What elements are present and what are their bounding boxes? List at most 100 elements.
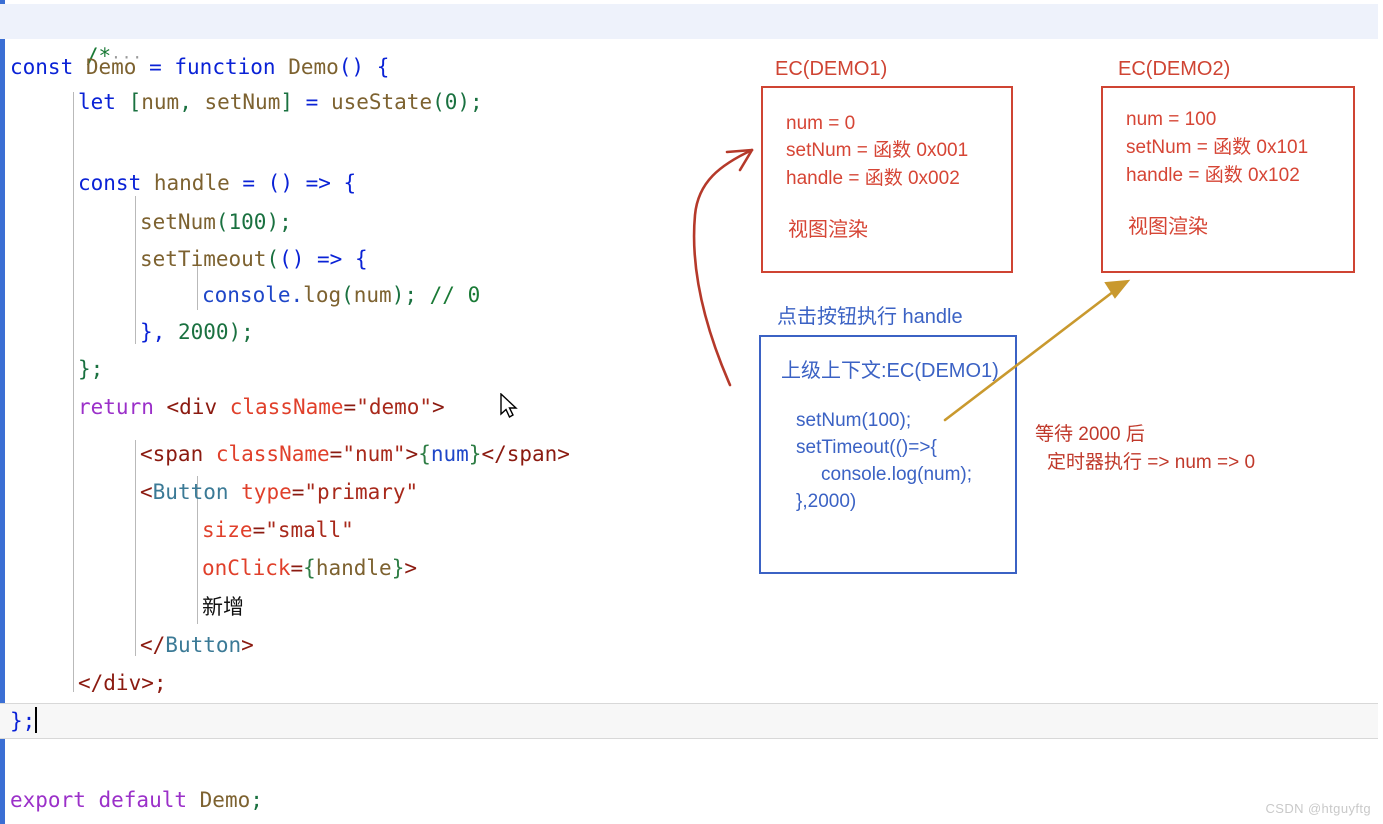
token-demo-string: "demo": [356, 395, 433, 419]
token-2000: 2000: [177, 320, 229, 344]
token-brace-open-jsx: {: [418, 442, 431, 466]
handle-context-line-0: setNum(100);: [796, 410, 912, 431]
ec-demo2-render-label: 视图渲染: [1128, 216, 1208, 238]
ec-demo2-title: EC(DEMO2): [1118, 58, 1231, 80]
timer-note-line-2: 定时器执行 => num => 0: [1047, 452, 1256, 473]
ec-demo1-line-0: num = 0: [786, 113, 856, 134]
token-num-string: "num": [342, 442, 406, 466]
token-num-arg: num: [353, 283, 392, 307]
token-paren-close-4: );: [391, 283, 417, 307]
token-handle-expr: handle: [315, 556, 392, 580]
code-line-10[interactable]: };: [5, 352, 705, 387]
token-brace-close-jsx-2: }: [391, 556, 405, 580]
ec-demo1-box: num = 0 setNum = 函数 0x001 handle = 函数 0x…: [761, 86, 1013, 273]
token-eq-jsx-2: =: [329, 442, 343, 466]
token-onclick-attr: onClick: [202, 556, 291, 580]
code-line-16[interactable]: 新增: [5, 590, 705, 625]
code-line-7[interactable]: setTimeout(() => {: [5, 242, 705, 277]
token-semicolon: ;: [250, 788, 263, 812]
code-line-17[interactable]: </Button>: [5, 628, 705, 663]
ec-demo1-line-2: handle = 函数 0x002: [786, 168, 960, 189]
token-lt-button: <: [140, 480, 153, 504]
code-line-6[interactable]: setNum(100);: [5, 205, 705, 240]
token-eq-jsx-4: =: [252, 518, 266, 542]
token-export-default: export default: [10, 788, 200, 812]
code-line-2[interactable]: const Demo = function Demo() {: [5, 50, 705, 85]
code-line-13[interactable]: <Button type="primary": [5, 475, 705, 510]
code-line-5[interactable]: const handle = () => {: [5, 166, 705, 201]
token-paren-open-2: (: [215, 210, 229, 234]
ec-demo1-render-label: 视图渲染: [788, 219, 868, 241]
token-function: function: [174, 55, 276, 79]
text-caret: [35, 707, 38, 733]
handle-context-line-1: setTimeout(()=>{: [796, 437, 937, 458]
token-paren-open: (: [432, 90, 445, 114]
handle-context-box: 上级上下文:EC(DEMO1) setNum(100); setTimeout(…: [759, 335, 1017, 574]
token-bracket-close: ]: [280, 90, 293, 114]
code-line-9[interactable]: }, 2000);: [5, 315, 705, 350]
code-line-12[interactable]: <span className="num">{num}</span>: [5, 437, 705, 472]
token-dot: .: [290, 283, 304, 307]
code-line-14[interactable]: size="small": [5, 513, 705, 548]
token-inline-comment: // 0: [429, 283, 481, 307]
token-demo-export: Demo: [199, 788, 251, 812]
code-editor[interactable]: /*··· const Demo = function Demo() { let…: [0, 0, 1378, 824]
token-return: return: [78, 395, 154, 419]
token-gt-2: >: [405, 442, 419, 466]
token-comma: ,: [179, 90, 205, 114]
code-line-11[interactable]: return <div className="demo">: [5, 390, 705, 425]
token-button-component-2: Button: [165, 633, 242, 657]
token-classname: className: [229, 395, 344, 419]
token-100: 100: [228, 210, 267, 234]
ec-demo1-title: EC(DEMO1): [775, 58, 888, 80]
token-gt-4: >: [241, 633, 254, 657]
token-setnum-call: setNum: [140, 210, 216, 234]
token-equals-3: =: [229, 171, 268, 195]
token-size-attr: size: [202, 518, 253, 542]
token-handle: handle: [153, 171, 230, 195]
ec-demo2-box: num = 100 setNum = 函数 0x101 handle = 函数 …: [1101, 86, 1355, 273]
handle-context-line-3: },2000): [796, 491, 857, 512]
ec-demo1-line-1: setNum = 函数 0x001: [786, 140, 969, 161]
handle-context-header: 上级上下文:EC(DEMO1): [781, 360, 999, 382]
code-line-3[interactable]: let [num, setNum] = useState(0);: [5, 85, 705, 120]
ec-demo2-line-0: num = 100: [1126, 109, 1217, 130]
timer-note-line-1: 等待 2000 后: [1035, 424, 1145, 445]
token-open-brace: () {: [338, 55, 390, 79]
code-line-15[interactable]: onClick={handle}>: [5, 551, 705, 586]
token-let: let: [78, 90, 116, 114]
code-line-8[interactable]: console.log(num); // 0: [5, 278, 705, 313]
token-button-component: Button: [152, 480, 229, 504]
token-primary-string: "primary": [304, 480, 419, 504]
ec-demo2-line-2: handle = 函数 0x102: [1126, 165, 1300, 186]
code-line-folded-comment[interactable]: /*···: [0, 4, 1378, 68]
gold-arrow-head: [1104, 279, 1131, 299]
token-classname-2: className: [215, 442, 330, 466]
csdn-watermark: CSDN @htguyftg: [1265, 801, 1371, 816]
token-div-open: <div: [166, 395, 230, 419]
token-const: const: [10, 55, 74, 79]
token-close-handle: };: [78, 357, 104, 381]
token-brace-open-jsx-2: {: [303, 556, 316, 580]
token-eq-jsx-3: =: [291, 480, 305, 504]
token-arrow-fn: () => {: [267, 171, 357, 195]
token-gt: >: [432, 395, 445, 419]
token-setnum-var: setNum: [204, 90, 281, 114]
token-console: console: [202, 283, 291, 307]
token-equals-2: =: [293, 90, 331, 114]
code-line-18[interactable]: </div>;: [5, 666, 705, 701]
token-span-close: </span>: [481, 442, 570, 466]
token-paren-close: );: [457, 90, 483, 114]
token-type-attr: type: [228, 480, 292, 504]
token-log: log: [303, 283, 342, 307]
code-line-21[interactable]: export default Demo;: [5, 783, 705, 818]
handle-context-line-2: console.log(num);: [821, 464, 973, 485]
red-arrow-head: [725, 148, 754, 172]
token-brace-close-jsx: }: [468, 442, 482, 466]
token-span-open: <span: [140, 442, 216, 466]
click-handle-label: 点击按钮执行 handle: [777, 306, 963, 328]
token-num-var: num: [141, 90, 180, 114]
code-line-19-current[interactable]: };: [0, 703, 1378, 739]
token-gt-3: >: [404, 556, 417, 580]
token-zero: 0: [444, 90, 458, 114]
